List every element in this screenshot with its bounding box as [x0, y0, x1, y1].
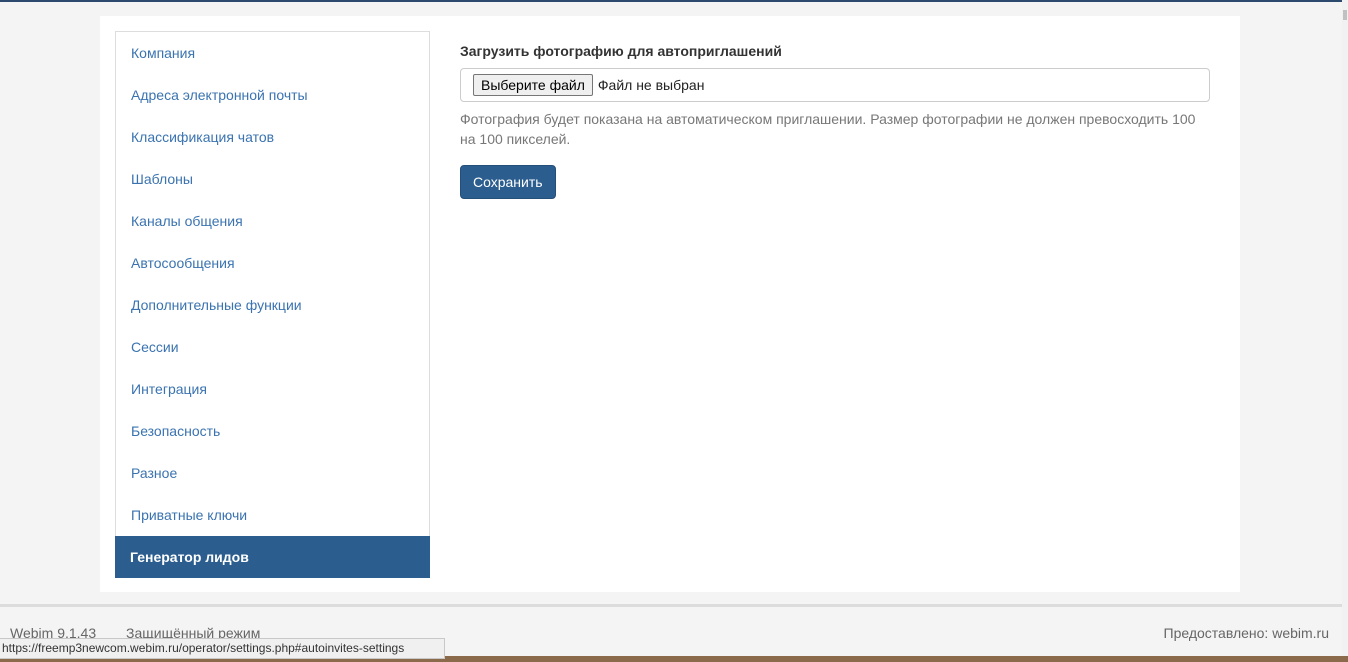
sidebar-item-security[interactable]: Безопасность	[116, 410, 429, 452]
sidebar-item-integration[interactable]: Интеграция	[116, 368, 429, 410]
footer-powered-by: Предоставлено: webim.ru	[1163, 625, 1329, 641]
save-button[interactable]: Сохранить	[460, 165, 556, 199]
sidebar-item-auto-messages[interactable]: Автосообщения	[116, 242, 429, 284]
sidebar-item-chat-classification[interactable]: Классификация чатов	[116, 116, 429, 158]
file-input[interactable]: Выберите файл Файл не выбран	[460, 68, 1210, 102]
sidebar-item-channels[interactable]: Каналы общения	[116, 200, 429, 242]
sidebar-item-sessions[interactable]: Сессии	[116, 326, 429, 368]
file-status-text: Файл не выбран	[597, 77, 705, 93]
sidebar-item-misc[interactable]: Разное	[116, 452, 429, 494]
settings-card: Компания Адреса электронной почты Класси…	[100, 16, 1240, 592]
upload-help-text: Фотография будет показана на автоматичес…	[460, 111, 1196, 147]
upload-photo-label: Загрузить фотографию для автоприглашений	[460, 43, 782, 59]
sidebar-item-company[interactable]: Компания	[116, 32, 429, 74]
scrollbar-thumb[interactable]	[1343, 10, 1347, 20]
page-scrollbar[interactable]	[1342, 0, 1348, 662]
sidebar-item-templates[interactable]: Шаблоны	[116, 158, 429, 200]
sidebar-item-lead-generator[interactable]: Генератор лидов	[115, 536, 430, 578]
choose-file-button[interactable]: Выберите файл	[473, 74, 593, 96]
sidebar-item-private-keys[interactable]: Приватные ключи	[116, 494, 429, 536]
sidebar-item-email-addresses[interactable]: Адреса электронной почты	[116, 74, 429, 116]
top-accent-bar	[0, 0, 1342, 2]
browser-status-url: https://freemp3newcom.webim.ru/operator/…	[0, 638, 446, 659]
settings-sidebar: Компания Адреса электронной почты Класси…	[115, 31, 430, 578]
autoinvite-settings-panel: Загрузить фотографию для автоприглашений…	[460, 43, 1210, 199]
sidebar-item-extra-functions[interactable]: Дополнительные функции	[116, 284, 429, 326]
